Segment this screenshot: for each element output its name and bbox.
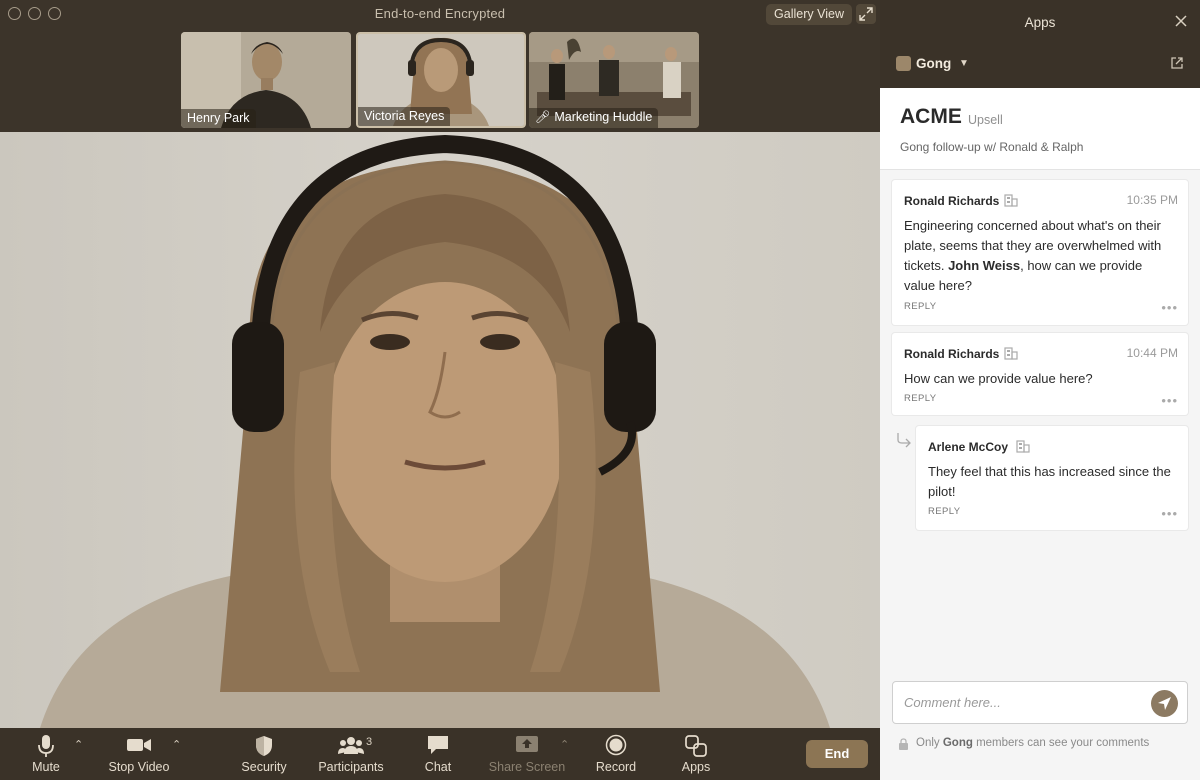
- window-titlebar: End-to-end Encrypted Gallery View: [0, 0, 880, 28]
- lock-icon: [899, 738, 908, 750]
- deal-subtitle: Gong follow-up w/ Ronald & Ralph: [900, 140, 1084, 154]
- comment-card: Ronald Richards 10:35 PM Engineering con…: [892, 180, 1188, 325]
- comment-author: Ronald Richards: [904, 194, 1000, 208]
- mute-label: Mute: [32, 760, 60, 774]
- window-title: End-to-end Encrypted: [374, 6, 506, 21]
- building-icon: [1004, 347, 1018, 360]
- video-area: End-to-end Encrypted Gallery View Henry …: [0, 0, 880, 780]
- end-meeting-button[interactable]: End: [806, 740, 868, 768]
- comment-text: How can we provide value here?: [904, 371, 1093, 386]
- send-button[interactable]: [1151, 690, 1178, 717]
- reply-button[interactable]: REPLY: [904, 393, 936, 404]
- gong-logo-icon: [896, 56, 911, 71]
- meeting-toolbar: Mute ⌃ Stop Video ⌃ Security Participant…: [0, 728, 880, 780]
- app-name: Gong: [916, 56, 952, 71]
- deal-name: ACME: [900, 105, 962, 128]
- comment-text: Engineering concerned about what's on th…: [904, 218, 1162, 293]
- comment-time: 10:35 PM: [1126, 193, 1178, 207]
- stop-video-button[interactable]: Stop Video: [104, 728, 174, 780]
- apps-icon: [685, 735, 707, 757]
- microphone-muted-icon: 🎤︎: [535, 110, 555, 124]
- record-label: Record: [595, 760, 637, 774]
- record-icon: [605, 734, 627, 756]
- participant-thumbnail-victoria-reyes[interactable]: Victoria Reyes: [356, 32, 526, 128]
- comment-text: They feel that this has increased since …: [928, 464, 1171, 499]
- participants-count: 3: [366, 736, 373, 748]
- more-options-icon[interactable]: •••: [1161, 393, 1178, 408]
- thumbnail-label: Henry Park: [181, 109, 256, 128]
- participants-icon: [338, 737, 364, 754]
- comment-card: Ronald Richards 10:44 PM How can we prov…: [892, 333, 1188, 415]
- reply-button[interactable]: REPLY: [904, 301, 936, 312]
- send-icon: [1158, 697, 1171, 710]
- more-options-icon[interactable]: •••: [1161, 506, 1178, 521]
- chat-label: Chat: [424, 760, 452, 774]
- fullscreen-button[interactable]: [856, 4, 876, 24]
- active-speaker-video: [0, 132, 880, 728]
- close-icon[interactable]: [1174, 14, 1188, 28]
- video-camera-icon: [127, 739, 151, 751]
- chat-button[interactable]: Chat: [418, 728, 458, 780]
- video-options-caret[interactable]: ⌃: [172, 738, 181, 751]
- share-screen-button[interactable]: Share Screen: [486, 728, 568, 780]
- comment-time: 10:44 PM: [1126, 346, 1178, 360]
- gallery-view-button[interactable]: Gallery View: [766, 4, 852, 25]
- participant-thumbnail-marketing-huddle[interactable]: 🎤︎ Marketing Huddle: [529, 32, 699, 128]
- apps-label: Apps: [681, 760, 711, 774]
- participants-label: Participants: [318, 760, 384, 774]
- security-label: Security: [241, 760, 287, 774]
- chat-bubble-icon: [428, 736, 448, 754]
- apps-button[interactable]: Apps: [674, 728, 718, 780]
- building-icon: [1016, 440, 1030, 453]
- mention: John Weiss: [948, 258, 1021, 273]
- comment-author: Ronald Richards: [904, 347, 1000, 361]
- popout-icon[interactable]: [1170, 56, 1184, 70]
- apps-panel-header: Apps Gong ▼: [880, 0, 1200, 88]
- deal-header: ACME Upsell Gong follow-up w/ Ronald & R…: [880, 88, 1200, 170]
- shield-icon: [256, 736, 272, 756]
- expand-icon: [859, 7, 873, 21]
- thumbnail-label: 🎤︎ Marketing Huddle: [529, 108, 659, 128]
- building-icon: [1004, 194, 1018, 207]
- participants-button[interactable]: Participants: [314, 728, 388, 780]
- comment-input[interactable]: [904, 695, 1144, 710]
- security-button[interactable]: Security: [236, 728, 292, 780]
- comment-composer: [892, 681, 1188, 724]
- participant-thumbnail-henry-park[interactable]: Henry Park: [181, 32, 351, 128]
- share-options-caret[interactable]: ⌃: [560, 738, 569, 751]
- reply-thread-icon: [897, 433, 911, 448]
- audio-options-caret[interactable]: ⌃: [74, 738, 83, 751]
- share-screen-label: Share Screen: [488, 760, 566, 774]
- thumbnail-label: Victoria Reyes: [358, 107, 451, 126]
- share-screen-icon: [516, 736, 538, 752]
- main-video-feed: [0, 132, 880, 728]
- record-button[interactable]: Record: [592, 728, 640, 780]
- apps-panel-title: Apps: [1024, 15, 1056, 30]
- deal-stage: Upsell: [968, 113, 1003, 127]
- comment-card-reply: Arlene McCoy They feel that this has inc…: [916, 426, 1188, 530]
- mute-button[interactable]: Mute: [22, 728, 70, 780]
- chevron-down-icon: ▼: [959, 58, 969, 69]
- apps-panel: Apps Gong ▼ ACME Upsell Gong follow-up w…: [880, 0, 1200, 780]
- reply-button[interactable]: REPLY: [928, 506, 960, 517]
- stop-video-label: Stop Video: [108, 760, 170, 774]
- microphone-icon: [38, 735, 54, 757]
- more-options-icon[interactable]: •••: [1161, 300, 1178, 315]
- comment-author: Arlene McCoy: [928, 440, 1009, 454]
